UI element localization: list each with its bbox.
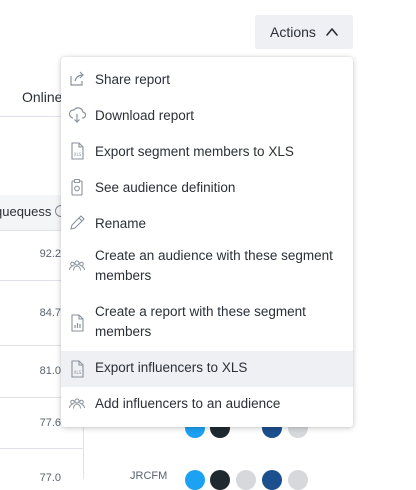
menu-item-export-influencers[interactable]: XLS Export influencers to XLS [61, 351, 353, 387]
table-cell-value: 77.6 [39, 417, 61, 429]
menu-item-download-report[interactable]: Download report [61, 99, 353, 131]
menu-item-label: Export segment members to XLS [95, 144, 294, 159]
chevron-up-icon [326, 28, 338, 36]
menu-item-create-audience[interactable]: Create an audience with these segment me… [61, 243, 353, 295]
actions-label: Actions [270, 24, 316, 40]
instagram-icon[interactable] [210, 470, 230, 490]
xls-file-icon: XLS [71, 360, 84, 378]
table-cell-value: 77.0 [39, 472, 61, 484]
svg-text:XLS: XLS [74, 152, 82, 157]
table-header-frequency[interactable]: quequess [0, 204, 51, 219]
share-icon [70, 71, 84, 86]
report-file-icon [71, 314, 84, 332]
clipboard-icon [71, 178, 83, 196]
menu-item-add-influencers[interactable]: Add influencers to an audience [61, 387, 353, 421]
menu-item-label: Create an audience with these segment me… [95, 248, 333, 283]
menu-item-share-report[interactable]: Share report [61, 63, 353, 95]
column-header-online: Online [22, 89, 63, 105]
menu-item-rename[interactable]: Rename [61, 207, 353, 239]
menu-item-create-report[interactable]: Create a report with these segment membe… [61, 299, 353, 351]
menu-item-label: Rename [95, 216, 147, 231]
actions-button[interactable]: Actions [255, 15, 353, 49]
pencil-icon [70, 215, 85, 230]
actions-menu: Share report Download report XLS Export … [61, 57, 353, 427]
youtube-icon[interactable] [236, 470, 256, 490]
menu-item-see-audience-definition[interactable]: See audience definition [61, 171, 353, 203]
table-cell-value: 92.2 [39, 248, 61, 260]
table-cell-value: 84.7 [39, 307, 61, 319]
row-id: JRCFM [130, 470, 168, 482]
group-icon [69, 260, 85, 271]
group-icon [69, 398, 85, 409]
twitter-icon[interactable] [185, 470, 205, 490]
facebook-icon[interactable] [262, 470, 282, 490]
menu-item-label: Export influencers to XLS [95, 360, 248, 375]
menu-item-label: See audience definition [95, 180, 236, 195]
menu-item-label: Download report [95, 108, 195, 123]
download-icon [68, 107, 86, 123]
menu-item-export-segment-members[interactable]: XLS Export segment members to XLS [61, 135, 353, 167]
row-divider [0, 448, 83, 449]
xls-file-icon: XLS [71, 142, 84, 160]
menu-item-label: Share report [95, 72, 171, 87]
menu-item-label: Create a report with these segment membe… [95, 304, 306, 339]
svg-text:XLS: XLS [74, 370, 82, 375]
table-cell-value: 81.0 [39, 365, 61, 377]
menu-item-label: Add influencers to an audience [95, 396, 281, 411]
linkedin-icon[interactable] [288, 470, 308, 490]
